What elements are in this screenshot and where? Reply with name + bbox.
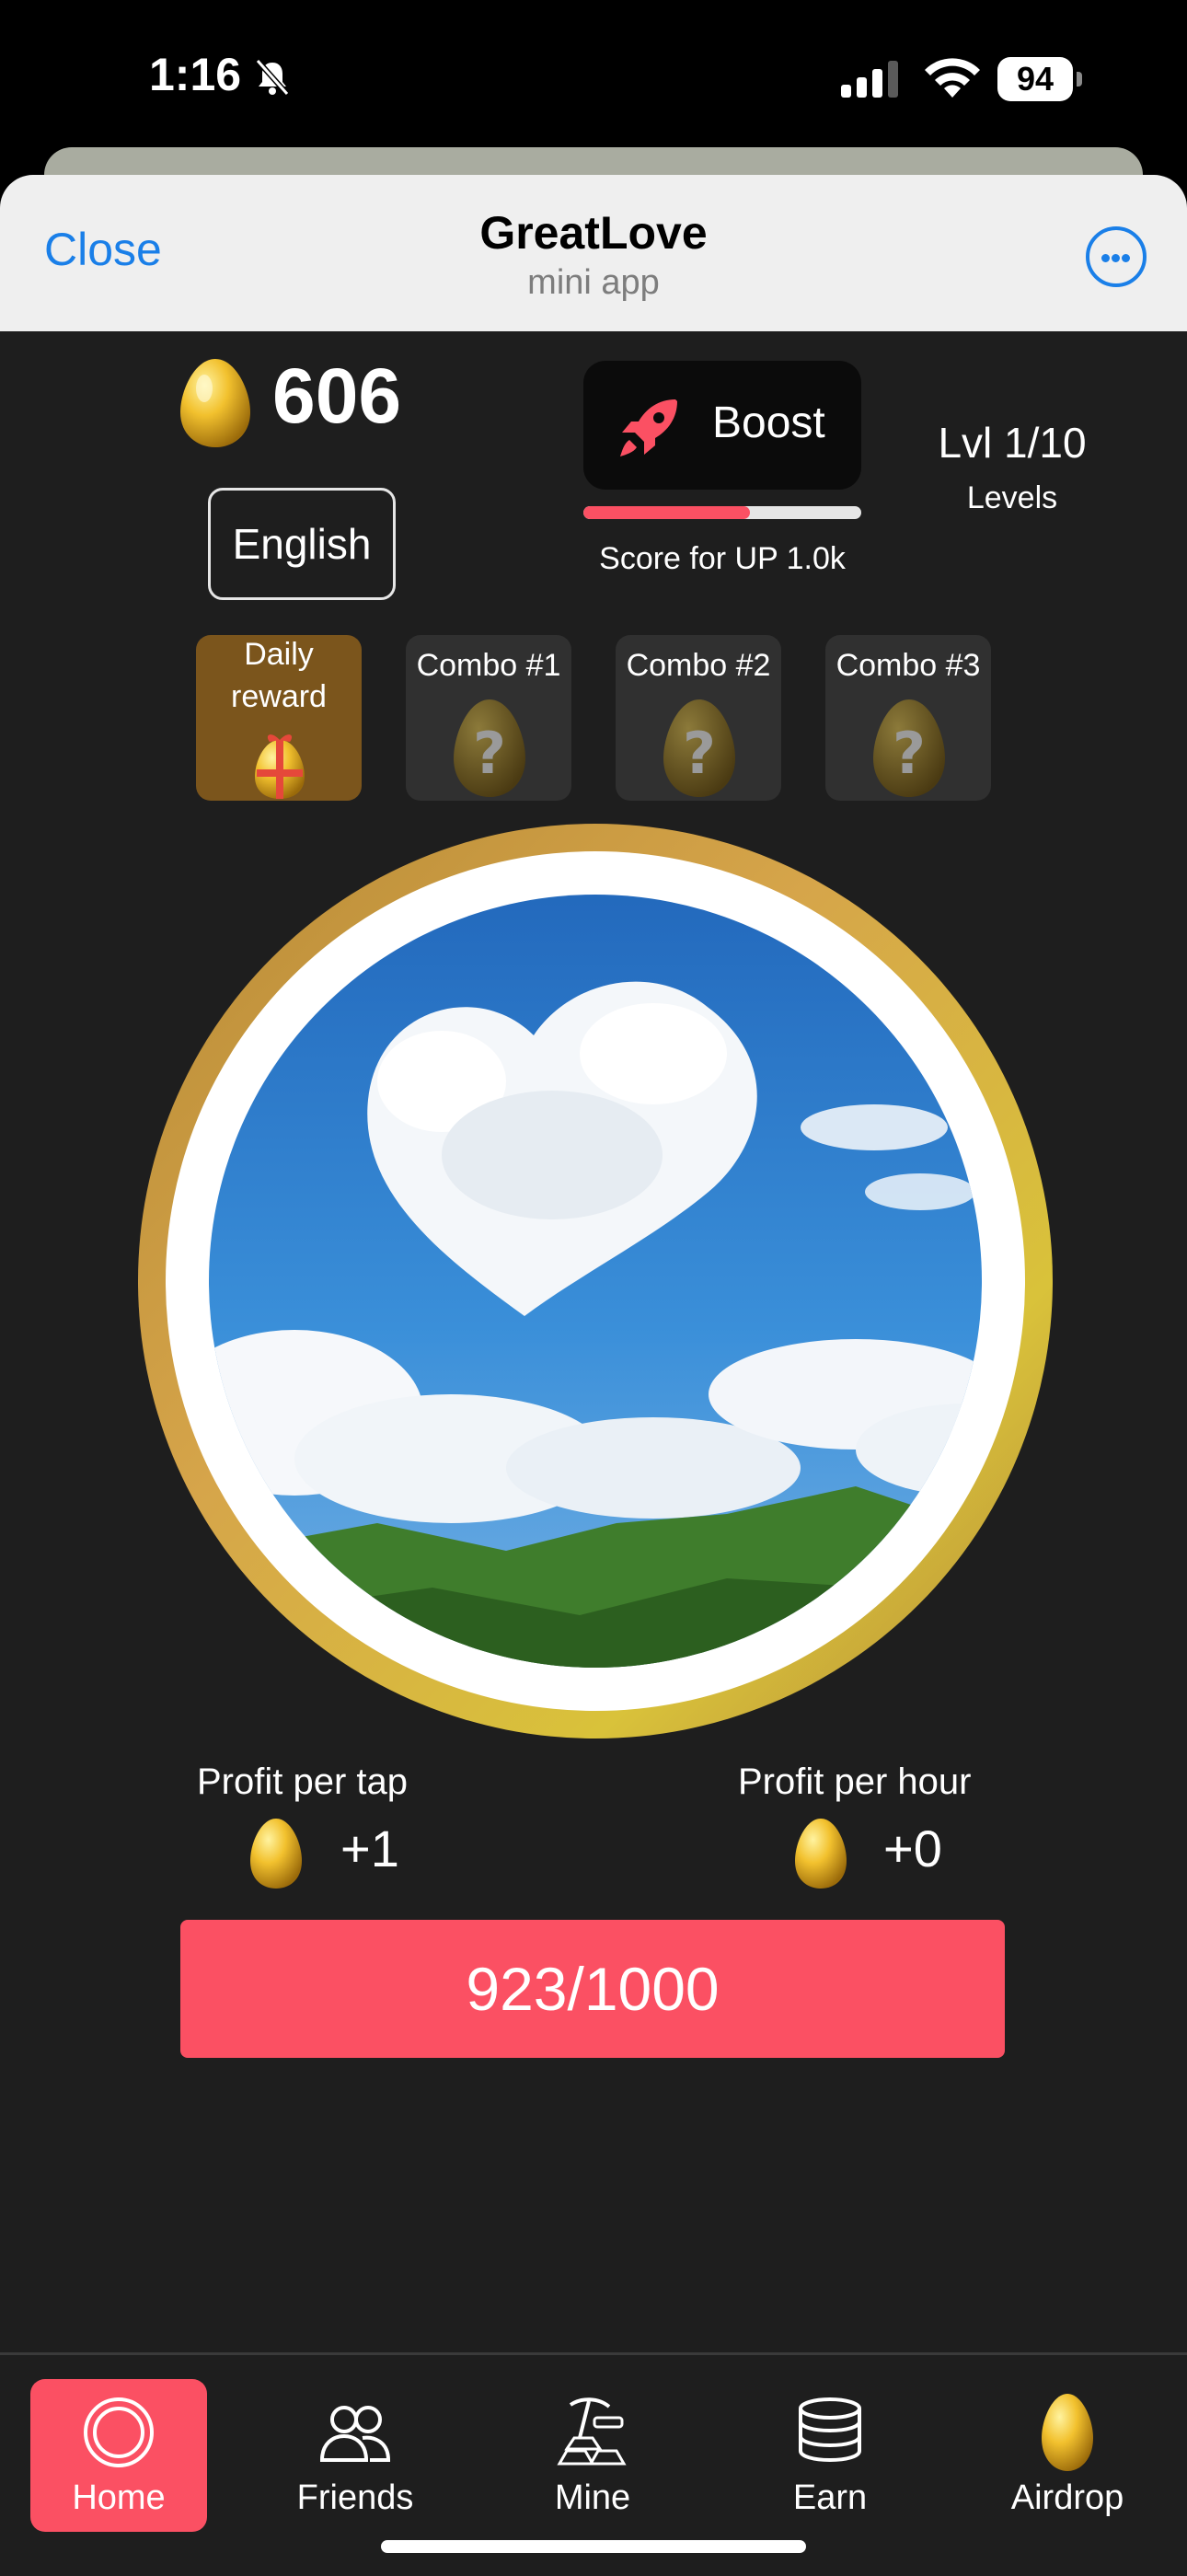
friends-icon	[319, 2406, 391, 2462]
question-egg-icon: ?	[873, 699, 945, 797]
boost-progress-fill	[583, 506, 751, 519]
nav-mine-label: Mine	[554, 2478, 631, 2517]
profit-per-tap-value: +1	[340, 1819, 399, 1877]
nav-airdrop[interactable]: Airdrop	[979, 2379, 1156, 2532]
levels-link[interactable]: Levels	[911, 480, 1113, 516]
profit-per-hour-label: Profit per hour	[738, 1762, 972, 1802]
nav-earn-label: Earn	[792, 2478, 868, 2517]
profit-per-tap-label: Profit per tap	[197, 1762, 409, 1802]
nav-home[interactable]: Home	[30, 2379, 207, 2532]
daily-reward-tile[interactable]: Daily reward	[196, 635, 362, 801]
mine-icon	[557, 2397, 627, 2466]
coins-icon	[799, 2397, 861, 2463]
app-title: GreatLove	[479, 207, 708, 259]
balance-value: 606	[272, 352, 402, 439]
tap-button[interactable]	[138, 824, 1053, 1739]
boost-progress	[583, 506, 861, 519]
more-icon[interactable]	[1086, 226, 1147, 287]
svg-text:?: ?	[683, 720, 716, 787]
status-bar: 1:16 94	[0, 0, 1187, 147]
bell-off-icon	[255, 59, 290, 96]
combo-label-2: Combo #2	[626, 648, 771, 683]
combo-tile-3[interactable]: Combo #3 ?	[825, 635, 991, 801]
daily-reward-line2: reward	[231, 679, 327, 714]
language-button[interactable]: English	[208, 488, 396, 600]
svg-text:?: ?	[473, 720, 506, 787]
nav-mine[interactable]: Mine	[504, 2379, 681, 2532]
combo-label-1: Combo #1	[416, 648, 561, 683]
home-icon	[84, 2397, 154, 2467]
main-content: 606 English Boost Score for UP 1.0k Lvl …	[0, 331, 1187, 2352]
nav-friends[interactable]: Friends	[267, 2379, 444, 2532]
app-subtitle: mini app	[527, 263, 660, 302]
egg-icon	[795, 1819, 847, 1889]
level-label: Lvl 1/10	[938, 419, 1087, 467]
boost-button[interactable]: Boost	[583, 361, 861, 490]
battery-icon: 94	[997, 57, 1082, 103]
question-egg-icon: ?	[454, 699, 525, 797]
egg-icon	[1042, 2394, 1093, 2471]
combo-tile-1[interactable]: Combo #1 ?	[406, 635, 571, 801]
nav-friends-label: Friends	[296, 2478, 414, 2517]
question-egg-icon: ?	[663, 699, 735, 797]
combo-tile-2[interactable]: Combo #2 ?	[616, 635, 781, 801]
wifi-icon	[925, 58, 980, 98]
svg-text:?: ?	[893, 720, 926, 787]
egg-icon	[180, 359, 250, 447]
score-up-label: Score for UP 1.0k	[599, 541, 846, 576]
signal-icon	[841, 61, 898, 98]
clock: 1:16	[149, 49, 242, 100]
rocket-icon	[620, 399, 677, 456]
profit-per-hour-value: +0	[883, 1819, 942, 1877]
battery-tip	[1077, 72, 1082, 87]
nav-home-label: Home	[72, 2478, 166, 2517]
nav-airdrop-label: Airdrop	[1010, 2478, 1124, 2517]
gift-egg-icon	[255, 734, 305, 799]
mini-app-header: Close GreatLove mini app	[0, 175, 1187, 331]
egg-icon	[250, 1819, 302, 1889]
nav-earn[interactable]: Earn	[742, 2379, 918, 2532]
home-indicator	[381, 2540, 806, 2553]
daily-reward-label: Daily reward	[196, 635, 362, 718]
boost-label: Boost	[712, 399, 825, 447]
energy-button[interactable]: 923/1000	[180, 1920, 1005, 2058]
combo-label-3: Combo #3	[836, 648, 981, 683]
battery-level: 94	[997, 57, 1073, 101]
daily-reward-line1: Daily	[244, 637, 314, 672]
